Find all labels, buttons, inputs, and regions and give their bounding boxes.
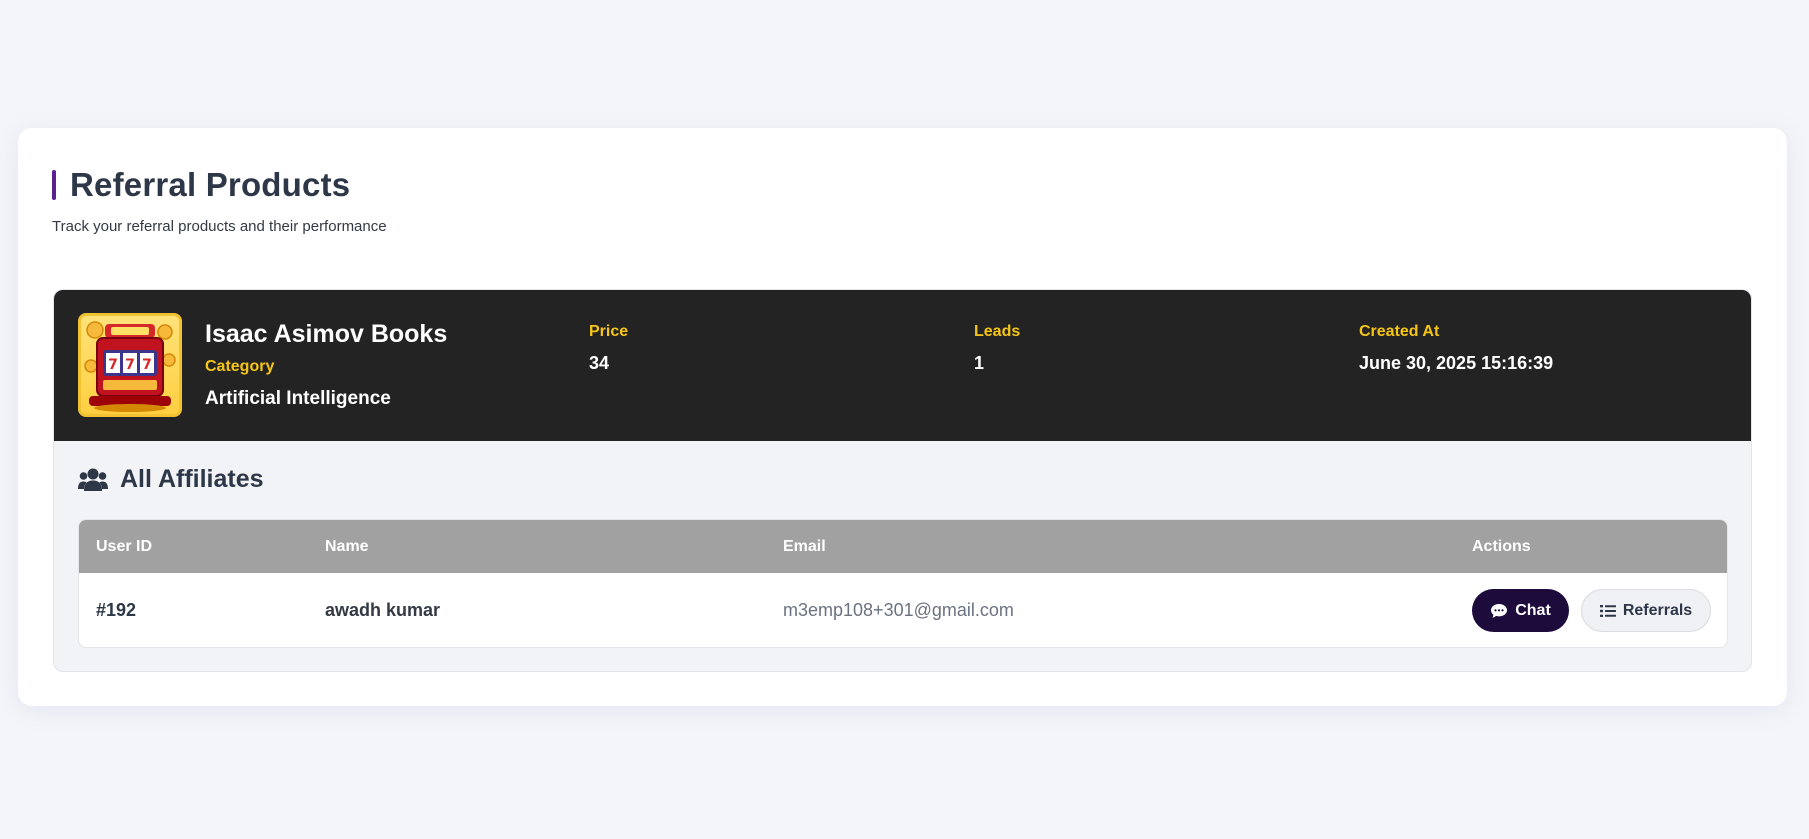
stat-created-at-label: Created At — [1359, 323, 1440, 340]
category-label: Category — [205, 358, 275, 375]
product-header: 7 7 7 Isaac Asimov Books Category Artifi… — [54, 290, 1751, 441]
referral-products-panel: Referral Products Track your referral pr… — [18, 128, 1787, 706]
affiliates-title-row: All Affiliates — [78, 465, 264, 494]
page-header: Referral Products Track your referral pr… — [52, 166, 387, 235]
title-row: Referral Products — [52, 166, 387, 204]
stat-leads-value: 1 — [974, 353, 985, 373]
stat-created-at-value: June 30, 2025 15:16:39 — [1359, 353, 1554, 373]
affiliates-table: User ID Name Email Actions #192 awadh ku… — [78, 519, 1728, 648]
cell-user-id: #192 — [96, 600, 137, 620]
affiliates-title: All Affiliates — [120, 465, 264, 493]
referrals-button[interactable]: Referrals — [1581, 589, 1711, 632]
product-card: 7 7 7 Isaac Asimov Books Category Artifi… — [53, 289, 1752, 672]
page-subtitle: Track your referral products and their p… — [52, 218, 387, 235]
table-row: #192 awadh kumar m3emp108+301@gmail.com … — [79, 573, 1727, 647]
column-header-email: Email — [783, 538, 826, 555]
column-header-actions: Actions — [1472, 538, 1531, 555]
stat-price: Price 34 — [589, 323, 628, 374]
product-name: Isaac Asimov Books — [205, 320, 448, 348]
column-header-name: Name — [325, 538, 369, 555]
column-header-user-id: User ID — [96, 538, 153, 555]
stat-leads: Leads 1 — [974, 323, 1020, 374]
stat-created-at: Created At June 30, 2025 15:16:39 — [1359, 323, 1553, 374]
page-title: Referral Products — [70, 166, 351, 203]
chat-button-label: Chat — [1515, 601, 1551, 619]
slot-machine-icon: 7 7 7 — [84, 321, 176, 412]
cell-name: awadh kumar — [325, 600, 441, 620]
title-accent-bar — [52, 170, 56, 200]
cell-email: m3emp108+301@gmail.com — [783, 600, 1014, 620]
svg-text:7: 7 — [142, 357, 152, 373]
chat-bubble-icon — [1491, 603, 1508, 618]
svg-text:7: 7 — [125, 357, 135, 373]
slot-machine-image: 7 7 7 — [78, 313, 182, 417]
stat-price-value: 34 — [589, 353, 610, 373]
stat-price-label: Price — [589, 323, 629, 340]
product-info: Isaac Asimov Books Category Artificial I… — [205, 320, 447, 410]
users-icon — [78, 468, 108, 491]
category-value: Artificial Intelligence — [205, 388, 391, 409]
list-icon — [1599, 604, 1616, 617]
chat-button[interactable]: Chat — [1472, 589, 1569, 632]
referrals-button-label: Referrals — [1622, 601, 1693, 619]
table-header: User ID Name Email Actions — [79, 520, 1727, 573]
stat-leads-label: Leads — [974, 323, 1021, 340]
svg-text:7: 7 — [108, 357, 118, 373]
